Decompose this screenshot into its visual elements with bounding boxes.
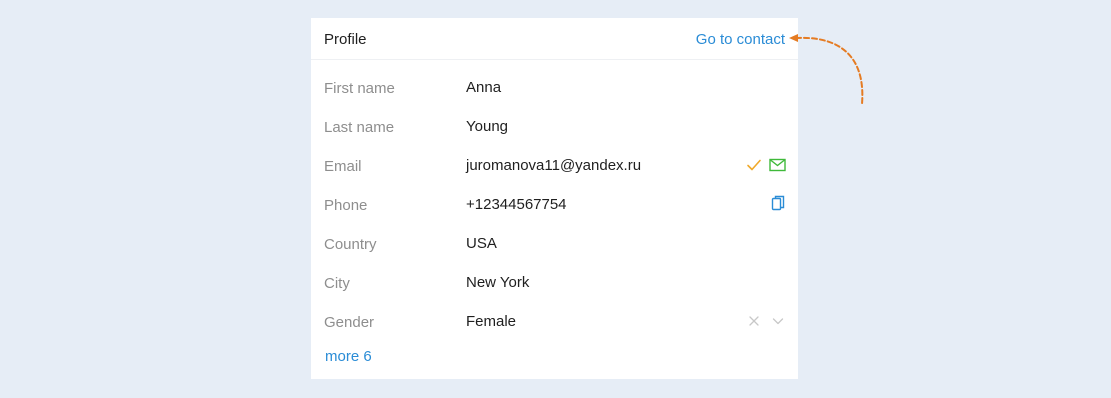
field-value[interactable]: USA bbox=[466, 235, 497, 252]
profile-title: Profile bbox=[324, 31, 367, 48]
field-label: Email bbox=[324, 158, 362, 175]
field-row-email: Email juromanova11@yandex.ru bbox=[311, 146, 798, 185]
check-icon bbox=[745, 156, 762, 173]
field-row-phone: Phone +12344567754 bbox=[311, 185, 798, 224]
gender-actions bbox=[745, 312, 786, 329]
field-value[interactable]: +12344567754 bbox=[466, 196, 567, 213]
field-row-gender: Gender Female bbox=[311, 302, 798, 341]
field-label: City bbox=[324, 275, 350, 292]
show-more-link[interactable]: more 6 bbox=[325, 348, 372, 365]
field-label: First name bbox=[324, 80, 395, 97]
field-label: Country bbox=[324, 236, 377, 253]
field-value[interactable]: juromanova11@yandex.ru bbox=[466, 157, 641, 174]
field-label: Phone bbox=[324, 197, 368, 214]
field-label: Gender bbox=[324, 314, 375, 331]
go-to-contact-link[interactable]: Go to contact bbox=[696, 31, 785, 48]
field-value[interactable]: Young bbox=[466, 118, 508, 135]
profile-header: Profile Go to contact bbox=[311, 18, 798, 60]
field-row-city: City New York bbox=[311, 263, 798, 302]
field-label: Last name bbox=[324, 119, 395, 136]
email-actions bbox=[745, 156, 786, 173]
chevron-down-icon[interactable] bbox=[769, 312, 786, 329]
field-row-first-name: First name Anna bbox=[311, 68, 798, 107]
field-value[interactable]: New York bbox=[466, 274, 529, 291]
gender-select-value[interactable]: Female bbox=[466, 313, 516, 330]
field-row-country: Country USA bbox=[311, 224, 798, 263]
copy-icon[interactable] bbox=[769, 195, 786, 212]
profile-card: Profile Go to contact First name Anna La… bbox=[311, 18, 798, 379]
profile-fields: First name Anna Last name Young Email ju… bbox=[311, 68, 798, 341]
annotation-arrow bbox=[789, 34, 864, 105]
field-value[interactable]: Anna bbox=[466, 79, 501, 96]
phone-actions bbox=[769, 195, 786, 212]
field-row-last-name: Last name Young bbox=[311, 107, 798, 146]
close-icon[interactable] bbox=[745, 312, 762, 329]
envelope-icon[interactable] bbox=[769, 156, 786, 173]
